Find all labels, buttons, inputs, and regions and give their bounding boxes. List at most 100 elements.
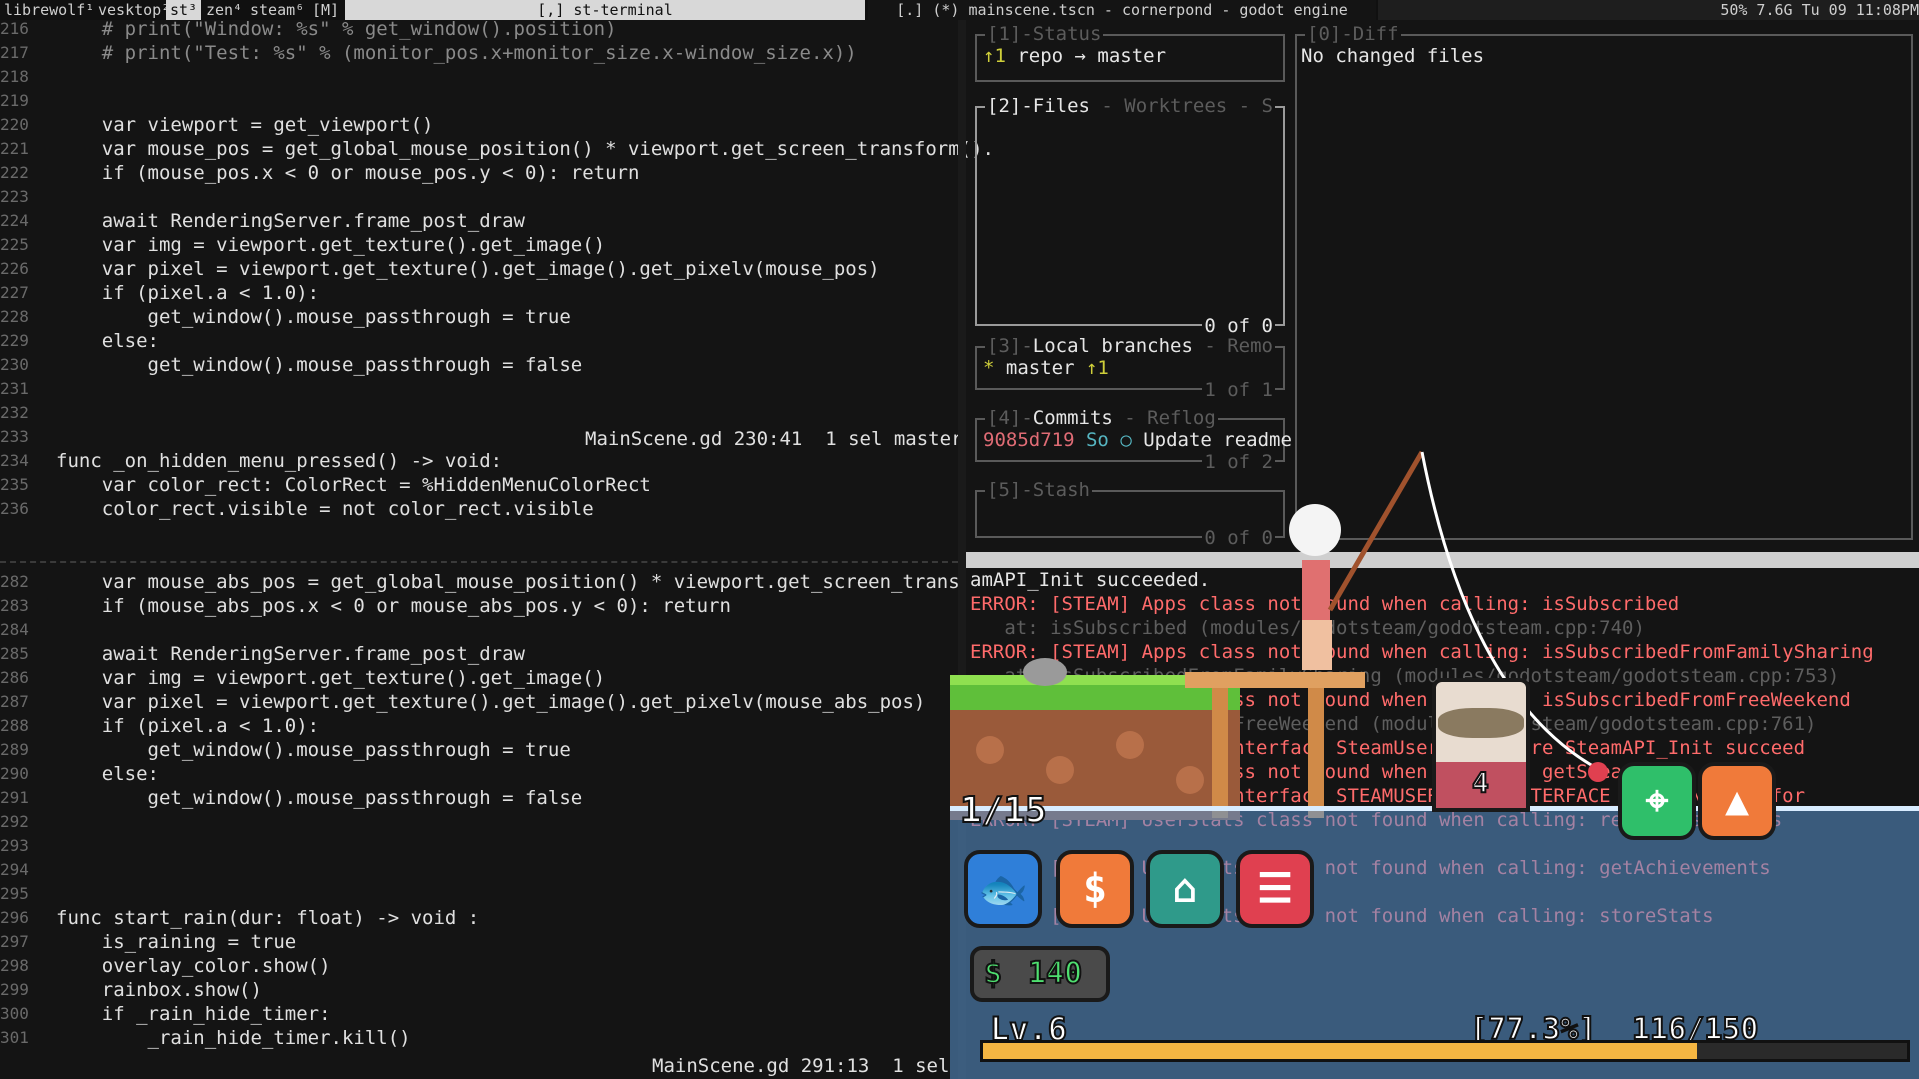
game-window[interactable]: 1/15 🐟 $ ⌂ ☰ $ 140 4 ⌖ ▲ Lv.6 [77.3%] 11…	[950, 450, 1919, 1079]
code-line[interactable]: 225 var img = viewport.get_texture().get…	[0, 233, 958, 257]
dirt-stone	[976, 736, 1004, 764]
code-line[interactable]: 290 else:	[0, 762, 958, 786]
code-line[interactable]: 298 overlay_color.show()	[0, 954, 958, 978]
log-button[interactable]: ☰	[1236, 850, 1314, 928]
line-number: 297	[0, 932, 29, 951]
code-line[interactable]: 231	[0, 377, 958, 401]
code-text: await RenderingServer.frame_post_draw	[56, 210, 525, 232]
map-pin-button[interactable]: ⌖	[1618, 762, 1696, 840]
code-line[interactable]: 220 var viewport = get_viewport()	[0, 113, 958, 137]
code-line[interactable]: 236 color_rect.visible = not color_rect.…	[0, 497, 958, 521]
commit-hash[interactable]: 9085d719	[983, 429, 1075, 451]
chevron-up-icon: ▲	[1724, 778, 1750, 824]
git-branches-panel[interactable]: [3]-Local branches - Remo * master ↑1 1 …	[975, 334, 1285, 402]
money-icon: $	[983, 955, 1003, 992]
tackle-box-button[interactable]: ⌂	[1146, 850, 1224, 928]
git-status-panel[interactable]: [1]-Status ↑1 repo → master	[975, 22, 1285, 82]
editor-top-statusline: MainScene.gd 230:41 1 sel master	[585, 428, 963, 450]
git-files-title[interactable]: [2]-Files - Worktrees - S	[985, 94, 1275, 118]
code-text: get_window().mouse_passthrough = false	[56, 354, 583, 376]
line-number: 292	[0, 812, 29, 831]
line-number: 232	[0, 403, 29, 422]
branch-item[interactable]: master	[994, 357, 1086, 379]
line-number: 225	[0, 235, 29, 254]
code-line[interactable]: 229 else:	[0, 329, 958, 353]
code-line[interactable]: 299 rainbox.show()	[0, 978, 958, 1002]
code-line[interactable]: 224 await RenderingServer.frame_post_dra…	[0, 209, 958, 233]
code-line[interactable]: 230 get_window().mouse_passthrough = fal…	[0, 353, 958, 377]
code-line[interactable]: 232	[0, 401, 958, 425]
pier-post	[1308, 688, 1324, 818]
bobber	[1588, 762, 1608, 782]
code-text: else:	[56, 763, 159, 785]
git-branches-title[interactable]: [3]-Local branches - Remo	[985, 334, 1275, 358]
code-line[interactable]: 221 var mouse_pos = get_global_mouse_pos…	[0, 137, 994, 161]
line-number: 282	[0, 572, 29, 591]
code-text: var mouse_abs_pos = get_global_mouse_pos…	[56, 571, 994, 593]
expand-up-button[interactable]: ▲	[1698, 762, 1776, 840]
code-line[interactable]: 289 get_window().mouse_passthrough = tru…	[0, 738, 958, 762]
code-line[interactable]: 217 # print("Test: %s" % (monitor_pos.x+…	[0, 41, 958, 65]
money-amount: 140	[1027, 955, 1083, 992]
line-number: 287	[0, 692, 29, 711]
code-line[interactable]: 285 await RenderingServer.frame_post_dra…	[0, 642, 958, 666]
code-line[interactable]: 216 # print("Window: %s" % get_window().…	[0, 17, 958, 41]
character-legs	[1302, 620, 1332, 670]
git-status-title: [1]-Status	[985, 22, 1104, 46]
line-number: 233	[0, 427, 29, 446]
code-line[interactable]: 294	[0, 858, 958, 882]
code-line[interactable]: 296 func start_rain(dur: float) -> void :	[0, 906, 958, 930]
code-line[interactable]: 301 _rain_hide_timer.kill()	[0, 1026, 958, 1050]
line-number: 291	[0, 788, 29, 807]
code-text: overlay_color.show()	[56, 955, 331, 977]
code-line[interactable]: 234 func _on_hidden_menu_pressed() -> voi…	[0, 449, 958, 473]
code-line[interactable]: 222 if (mouse_pos.x < 0 or mouse_pos.y <…	[0, 161, 958, 185]
code-text: _rain_hide_timer.kill()	[56, 1027, 411, 1049]
line-number: 290	[0, 764, 29, 783]
line-number: 235	[0, 475, 29, 494]
line-number: 300	[0, 1004, 29, 1023]
commit-message: Update readme	[1131, 429, 1292, 451]
code-line[interactable]: 218	[0, 65, 958, 89]
code-line[interactable]: 228 get_window().mouse_passthrough = tru…	[0, 305, 958, 329]
pier-post	[1212, 688, 1228, 818]
code-line[interactable]: 223	[0, 185, 958, 209]
line-number: 222	[0, 163, 29, 182]
fish-counter: 1/15	[959, 789, 1048, 832]
code-line[interactable]: 283 if (mouse_abs_pos.x < 0 or mouse_abs…	[0, 594, 958, 618]
code-text: # print("Test: %s" % (monitor_pos.x+moni…	[56, 42, 857, 64]
code-line[interactable]: 297 is_raining = true	[0, 930, 958, 954]
code-text: color_rect.visible = not color_rect.visi…	[56, 498, 594, 520]
code-line[interactable]: 291 get_window().mouse_passthrough = fal…	[0, 786, 958, 810]
fish-collection-button[interactable]: 🐟	[964, 850, 1042, 928]
catch-card-count-bg: 4	[1432, 762, 1530, 812]
code-line[interactable]: 288 if (pixel.a < 1.0):	[0, 714, 958, 738]
code-line[interactable]: 293	[0, 834, 958, 858]
fish-icon: 🐟	[978, 866, 1028, 913]
git-branches-count: 1 of 1	[1202, 378, 1275, 402]
code-text: is_raining = true	[56, 931, 297, 953]
line-number: 216	[0, 19, 29, 38]
code-text: await RenderingServer.frame_post_draw	[56, 643, 525, 665]
code-line[interactable]: 282 var mouse_abs_pos = get_global_mouse…	[0, 570, 994, 594]
code-line[interactable]: 235 var color_rect: ColorRect = %HiddenM…	[0, 473, 958, 497]
line-number: 223	[0, 187, 29, 206]
line-number: 234	[0, 451, 29, 470]
code-line[interactable]: 286 var img = viewport.get_texture().get…	[0, 666, 958, 690]
shop-button[interactable]: $	[1056, 850, 1134, 928]
code-line[interactable]: 300 if _rain_hide_timer:	[0, 1002, 958, 1026]
git-commits-title[interactable]: [4]-Commits - Reflog	[985, 406, 1218, 430]
code-line[interactable]: 292	[0, 810, 958, 834]
code-line[interactable]: 226 var pixel = viewport.get_texture().g…	[0, 257, 958, 281]
editor-bottom[interactable]: 282 var mouse_abs_pos = get_global_mouse…	[0, 570, 994, 1050]
pier-deck	[1185, 672, 1365, 688]
code-line[interactable]: 295	[0, 882, 958, 906]
split-divider	[0, 561, 958, 563]
branch-ahead: ↑1	[1085, 357, 1109, 379]
code-line[interactable]: 284	[0, 618, 958, 642]
code-line[interactable]: 287 var pixel = viewport.get_texture().g…	[0, 690, 958, 714]
code-line[interactable]: 219	[0, 89, 958, 113]
code-line[interactable]: 227 if (pixel.a < 1.0):	[0, 281, 958, 305]
git-files-panel[interactable]: [2]-Files - Worktrees - S 0 of 0	[975, 94, 1285, 338]
line-number: 236	[0, 499, 29, 518]
